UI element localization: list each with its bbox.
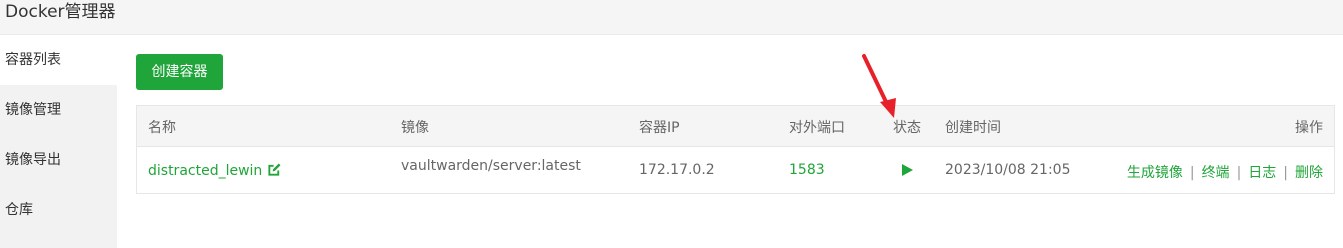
main-content: 创建容器 名称 镜像 容器IP 对外端口 状态 创建时间 操作 distract… bbox=[117, 35, 1343, 248]
action-separator: | bbox=[1283, 165, 1288, 181]
app-title: Docker管理器 bbox=[5, 2, 116, 22]
terminal-link[interactable]: 终端 bbox=[1202, 165, 1230, 181]
header-ip: 容器IP bbox=[639, 120, 680, 136]
sidebar: 容器列表 镜像管理 镜像导出 仓库 bbox=[0, 35, 117, 248]
sidebar-item-repository[interactable]: 仓库 bbox=[0, 185, 117, 235]
row-actions: 生成镜像 | 终端 | 日志 | 删除 bbox=[1127, 162, 1323, 182]
edit-icon[interactable] bbox=[267, 162, 282, 181]
container-created: 2023/10/08 21:05 bbox=[945, 162, 1071, 178]
container-table: 名称 镜像 容器IP 对外端口 状态 创建时间 操作 distracted_le… bbox=[136, 105, 1335, 194]
annotation-arrow-icon bbox=[862, 54, 896, 118]
header-created: 创建时间 bbox=[945, 120, 1001, 136]
container-name[interactable]: distracted_lewin bbox=[148, 163, 262, 179]
sidebar-item-image-management[interactable]: 镜像管理 bbox=[0, 85, 117, 135]
header-port: 对外端口 bbox=[789, 120, 845, 136]
create-container-button[interactable]: 创建容器 bbox=[136, 54, 223, 90]
header-image: 镜像 bbox=[401, 120, 429, 136]
container-name-link[interactable]: distracted_lewin bbox=[148, 162, 282, 181]
header-actions: 操作 bbox=[1295, 120, 1323, 136]
table-row: distracted_lewin vaultwarden/server:late… bbox=[137, 147, 1334, 194]
sidebar-item-image-export[interactable]: 镜像导出 bbox=[0, 135, 117, 185]
table-header: 名称 镜像 容器IP 对外端口 状态 创建时间 操作 bbox=[137, 106, 1334, 147]
logs-link[interactable]: 日志 bbox=[1248, 165, 1276, 181]
container-ip: 172.17.0.2 bbox=[639, 162, 715, 178]
container-port: 1583 bbox=[789, 162, 825, 178]
header-name: 名称 bbox=[148, 120, 176, 136]
sidebar-item-container-list[interactable]: 容器列表 bbox=[0, 35, 117, 85]
play-icon[interactable] bbox=[902, 164, 913, 176]
container-image: vaultwarden/server:latest bbox=[401, 158, 581, 174]
action-separator: | bbox=[1189, 165, 1195, 181]
build-image-link[interactable]: 生成镜像 bbox=[1127, 165, 1183, 181]
action-separator: | bbox=[1236, 165, 1242, 181]
title-bar: Docker管理器 bbox=[0, 0, 1343, 35]
delete-link[interactable]: 删除 bbox=[1295, 165, 1323, 181]
